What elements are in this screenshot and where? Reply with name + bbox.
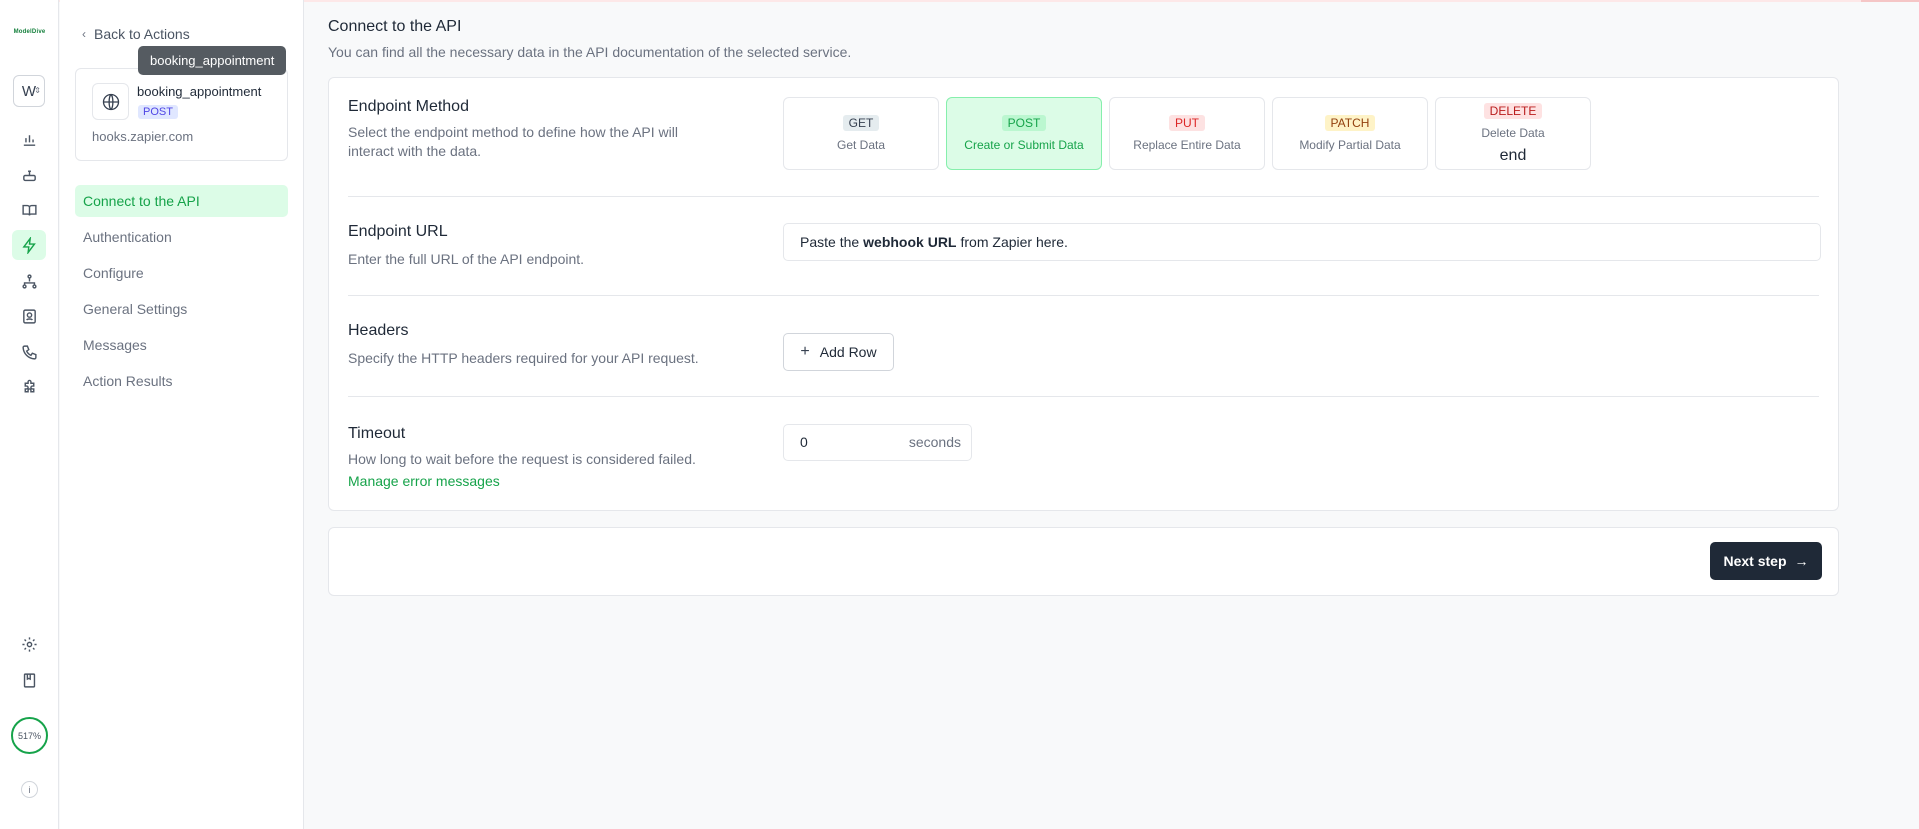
- method-tag: PUT: [1169, 115, 1205, 131]
- back-to-actions-link[interactable]: ‹ Back to Actions: [82, 26, 190, 42]
- nav-item-configure[interactable]: Configure: [75, 257, 288, 289]
- page-title: Connect to the API: [328, 18, 462, 35]
- method-option-patch[interactable]: PATCH Modify Partial Data: [1272, 97, 1428, 170]
- plus-icon: +: [800, 343, 810, 360]
- endpoint-method-description: Select the endpoint method to define how…: [348, 124, 678, 159]
- credits-usage-ring[interactable]: 517%: [11, 717, 48, 754]
- method-option-get[interactable]: GET Get Data: [783, 97, 939, 170]
- timeout-input[interactable]: 0 seconds: [783, 424, 972, 461]
- workflow-icon[interactable]: [12, 266, 46, 296]
- api-config-panel: Endpoint Method Select the endpoint meth…: [328, 77, 1839, 511]
- actions-bolt-icon[interactable]: [12, 230, 46, 260]
- action-summary-card: booking_appointment POST hooks.zapier.co…: [75, 68, 288, 161]
- add-row-label: Add Row: [819, 344, 877, 360]
- info-icon[interactable]: i: [21, 781, 38, 798]
- method-option-put[interactable]: PUT Replace Entire Data: [1109, 97, 1265, 170]
- settings-gear-icon[interactable]: [12, 629, 46, 659]
- phone-icon[interactable]: [12, 337, 46, 367]
- next-step-button[interactable]: Next step →: [1710, 542, 1822, 580]
- divider: [348, 295, 1819, 296]
- timeout-unit: seconds: [908, 434, 961, 450]
- method-tag: POST: [1001, 115, 1047, 131]
- add-header-row-button[interactable]: + Add Row: [783, 333, 894, 371]
- endpoint-method-label: Endpoint Method: [348, 98, 469, 115]
- endpoint-url-label: Endpoint URL: [348, 223, 448, 240]
- action-name-tooltip: booking_appointment: [138, 46, 287, 75]
- endpoint-url-input[interactable]: Paste the webhook URL from Zapier here.: [783, 223, 1821, 261]
- manage-error-messages-link[interactable]: Manage error messages: [348, 473, 500, 489]
- globe-icon: [92, 83, 129, 120]
- method-tag: GET: [842, 115, 880, 131]
- method-tag: DELETE: [1483, 102, 1543, 119]
- method-tag: PATCH: [1324, 115, 1376, 131]
- workspace-switcher[interactable]: W ⇕: [13, 75, 45, 107]
- method-option-post[interactable]: POST Create or Submit Data: [946, 97, 1102, 170]
- arrow-right-icon: →: [1794, 553, 1809, 569]
- timeout-value: 0: [800, 434, 808, 450]
- nav-item-authentication[interactable]: Authentication: [75, 221, 288, 253]
- page-subtitle: You can find all the necessary data in t…: [328, 44, 852, 60]
- action-method-badge: POST: [138, 105, 178, 119]
- method-description: Delete Data: [1481, 125, 1545, 140]
- next-step-label: Next step: [1723, 553, 1787, 569]
- method-option-delete[interactable]: DELETE Delete Data end: [1435, 97, 1591, 170]
- divider: [348, 196, 1819, 197]
- timeout-label: Timeout: [348, 425, 406, 442]
- chevron-updown-icon: ⇕: [34, 86, 41, 95]
- docs-book-icon[interactable]: [12, 665, 46, 695]
- back-link-label: Back to Actions: [94, 26, 190, 42]
- knowledge-book-icon[interactable]: [12, 195, 46, 225]
- icon-rail: ModelDive W ⇕ 517% i: [0, 0, 59, 829]
- nav-item-action-results[interactable]: Action Results: [75, 365, 288, 397]
- step-footer: Next step →: [328, 527, 1839, 596]
- headers-description: Specify the HTTP headers required for yo…: [348, 350, 699, 366]
- nav-item-connect-api[interactable]: Connect to the API: [75, 185, 288, 217]
- divider: [348, 396, 1819, 397]
- step-nav: Connect to the API Authentication Config…: [75, 185, 288, 401]
- method-description: Get Data: [836, 138, 886, 152]
- url-placeholder-pre: Paste the: [800, 234, 860, 250]
- timeout-description: How long to wait before the request is c…: [348, 451, 696, 467]
- integrations-puzzle-icon[interactable]: [12, 372, 46, 402]
- analytics-icon[interactable]: [12, 124, 46, 154]
- app-logo[interactable]: ModelDive: [0, 29, 59, 35]
- top-accent-line-end: [1861, 0, 1919, 2]
- main-content: Connect to the API You can find all the …: [328, 0, 1839, 829]
- action-name: booking_appointment: [137, 84, 262, 99]
- bot-icon[interactable]: [12, 160, 46, 190]
- headers-label: Headers: [348, 322, 409, 339]
- action-sidebar: ‹ Back to Actions booking_appointment bo…: [60, 0, 304, 829]
- chevron-left-icon: ‹: [82, 27, 86, 41]
- url-placeholder-bold: webhook URL: [863, 234, 957, 250]
- contacts-icon[interactable]: [12, 301, 46, 331]
- endpoint-url-description: Enter the full URL of the API endpoint.: [348, 251, 585, 267]
- nav-item-messages[interactable]: Messages: [75, 329, 288, 361]
- url-placeholder-post: from Zapier here.: [960, 234, 1068, 250]
- nav-item-general-settings[interactable]: General Settings: [75, 293, 288, 325]
- method-description: Replace Entire Data: [1133, 138, 1241, 152]
- method-description: Create or Submit Data: [964, 138, 1084, 152]
- action-host: hooks.zapier.com: [92, 129, 194, 144]
- method-description: Modify Partial Data: [1299, 138, 1401, 152]
